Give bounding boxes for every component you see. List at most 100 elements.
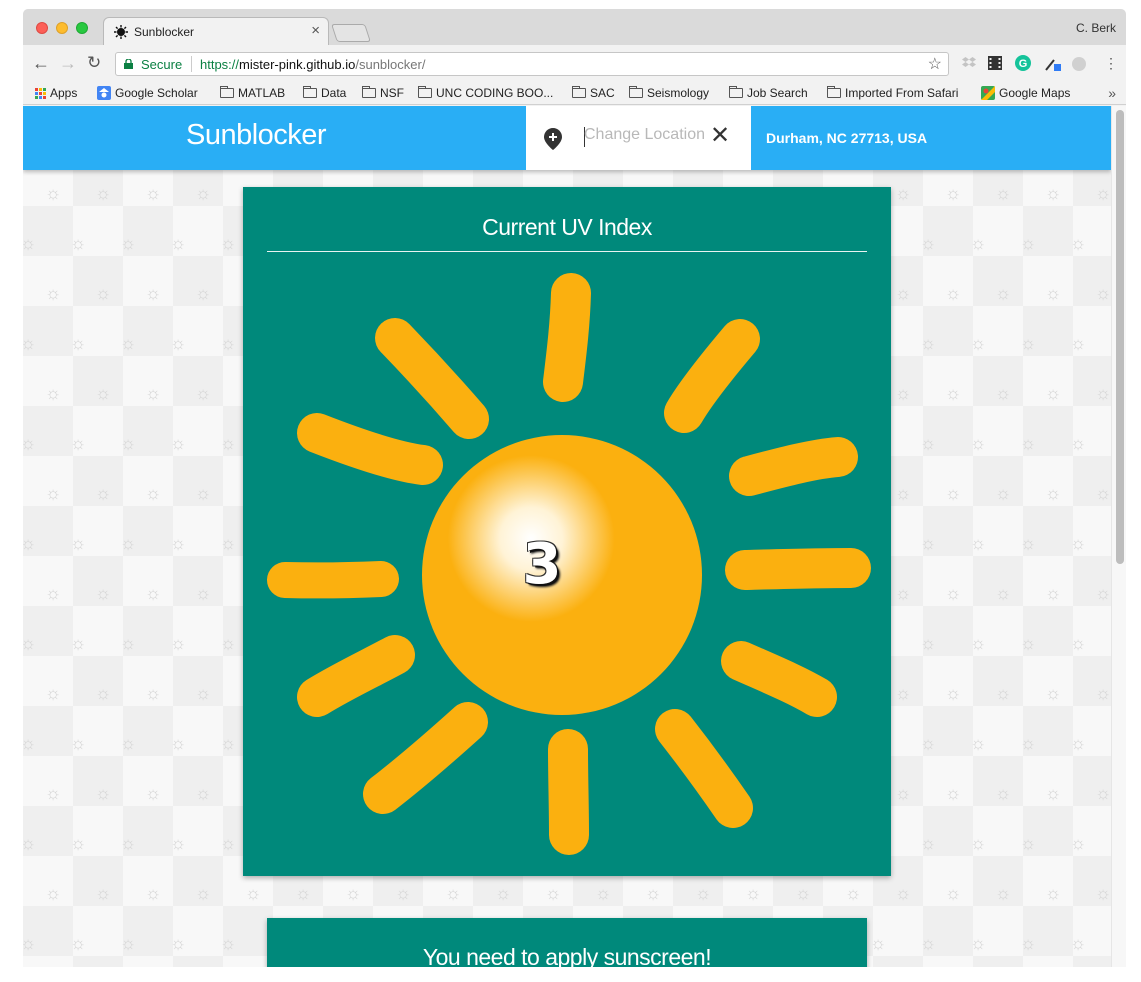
background-sun-icon: ☼ xyxy=(869,933,887,953)
uv-index-card: Current UV Index 3 xyxy=(243,187,891,876)
url-separator xyxy=(191,56,192,72)
maximize-window-button[interactable] xyxy=(76,22,88,34)
bookmark-google-scholar[interactable]: Google Scholar xyxy=(97,86,198,100)
background-sun-icon: ☼ xyxy=(119,333,137,353)
background-sun-icon: ☼ xyxy=(194,683,212,703)
background-sun-icon: ☼ xyxy=(69,533,87,553)
background-sun-icon: ☼ xyxy=(23,633,37,653)
bookmark-sac[interactable]: SAC xyxy=(572,86,615,100)
grammarly-icon[interactable]: G xyxy=(1015,55,1031,71)
background-sun-icon: ☼ xyxy=(294,883,312,903)
page-scrollbar[interactable] xyxy=(1111,106,1126,967)
bookmark-seismology[interactable]: Seismology xyxy=(629,86,709,100)
background-sun-icon: ☼ xyxy=(1094,683,1111,703)
background-sun-icon: ☼ xyxy=(894,283,912,303)
background-sun-icon: ☼ xyxy=(194,183,212,203)
background-sun-icon: ☼ xyxy=(1094,883,1111,903)
bookmark-nsf[interactable]: NSF xyxy=(362,86,404,100)
background-sun-icon: ☼ xyxy=(969,233,987,253)
background-sun-icon: ☼ xyxy=(1044,583,1062,603)
tab-title: Sunblocker xyxy=(134,25,195,39)
minimize-window-button[interactable] xyxy=(56,22,68,34)
current-location: Durham, NC 27713, USA xyxy=(766,130,928,146)
background-sun-icon: ☼ xyxy=(1019,633,1037,653)
bookmark-star-icon[interactable]: ☆ xyxy=(928,54,942,74)
folder-icon xyxy=(362,86,376,98)
background-sun-icon: ☼ xyxy=(119,633,137,653)
bookmark-google-maps[interactable]: Google Maps xyxy=(981,86,1070,100)
app-bar: Sunblocker ✕ Durham, NC 27713, USA xyxy=(23,106,1111,170)
background-sun-icon: ☼ xyxy=(23,333,37,353)
background-sun-icon: ☼ xyxy=(944,783,962,803)
background-sun-icon: ☼ xyxy=(44,483,62,503)
background-sun-icon: ☼ xyxy=(144,683,162,703)
location-search: ✕ xyxy=(526,106,751,170)
eyedropper-extension-icon[interactable] xyxy=(1044,55,1062,73)
close-window-button[interactable] xyxy=(36,22,48,34)
svg-text:G: G xyxy=(1019,58,1028,70)
background-sun-icon: ☼ xyxy=(994,583,1012,603)
close-icon[interactable]: ✕ xyxy=(710,124,730,148)
bookmark-matlab[interactable]: MATLAB xyxy=(220,86,285,100)
background-sun-icon: ☼ xyxy=(994,483,1012,503)
background-sun-icon: ☼ xyxy=(94,383,112,403)
bookmark-imported-safari[interactable]: Imported From Safari xyxy=(827,86,958,100)
page-viewport: ☼ ☼ ☼ ☼ ☼ ☼ ☼ ☼ ☼ ☼ ☼ ☼ ☼ ☼ ☼ ☼ ☼ ☼ ☼ ☼ ☼ ☼ ☼ ☼ ☼ ☼ ☼ ☼ ☼ ☼ ☼ ☼ ☼ ☼ ☼ ☼ ☼ ☼ ☼ ☼… xyxy=(23,106,1111,967)
new-tab-button[interactable] xyxy=(331,24,371,42)
background-sun-icon: ☼ xyxy=(1044,283,1062,303)
bookmark-data[interactable]: Data xyxy=(303,86,346,100)
address-bar[interactable]: Secure https://mister-pink.github.io/sun… xyxy=(115,52,949,76)
background-sun-icon: ☼ xyxy=(23,233,37,253)
bookmark-apps[interactable]: Apps xyxy=(35,86,77,100)
background-sun-icon: ☼ xyxy=(44,183,62,203)
brand-title[interactable]: Sunblocker xyxy=(186,119,327,152)
background-sun-icon: ☼ xyxy=(94,783,112,803)
tab-close-icon[interactable]: × xyxy=(311,22,320,39)
background-sun-icon: ☼ xyxy=(1069,233,1087,253)
background-sun-icon: ☼ xyxy=(344,883,362,903)
bookmark-job-search[interactable]: Job Search xyxy=(729,86,808,100)
bookmark-unc-coding[interactable]: UNC CODING BOO... xyxy=(418,86,553,100)
background-sun-icon: ☼ xyxy=(1069,833,1087,853)
background-sun-icon: ☼ xyxy=(944,683,962,703)
background-sun-icon: ☼ xyxy=(969,633,987,653)
scrollbar-thumb[interactable] xyxy=(1116,110,1124,564)
profile-name[interactable]: C. Berk xyxy=(1076,21,1116,35)
dropbox-icon[interactable] xyxy=(962,56,976,70)
background-sun-icon: ☼ xyxy=(119,233,137,253)
background-sun-icon: ☼ xyxy=(44,583,62,603)
background-sun-icon: ☼ xyxy=(219,533,237,553)
background-sun-icon: ☼ xyxy=(594,883,612,903)
add-location-pin-icon xyxy=(544,128,562,150)
menu-kebab-icon[interactable]: ⋮ xyxy=(1104,55,1118,72)
background-sun-icon: ☼ xyxy=(944,483,962,503)
background-sun-icon: ☼ xyxy=(69,433,87,453)
background-sun-icon: ☼ xyxy=(1019,333,1037,353)
background-sun-icon: ☼ xyxy=(694,883,712,903)
background-sun-icon: ☼ xyxy=(994,383,1012,403)
back-arrow-icon[interactable]: ← xyxy=(32,54,50,72)
background-sun-icon: ☼ xyxy=(94,583,112,603)
forward-arrow-icon[interactable]: → xyxy=(59,54,77,72)
secure-label: Secure xyxy=(141,57,183,72)
uv-card-title: Current UV Index xyxy=(482,214,652,240)
change-location-input[interactable] xyxy=(584,126,712,144)
browser-tab-sunblocker[interactable]: Sunblocker × xyxy=(103,17,329,45)
folder-icon xyxy=(220,86,234,98)
background-sun-icon: ☼ xyxy=(44,683,62,703)
folder-icon xyxy=(303,86,317,98)
background-sun-icon: ☼ xyxy=(994,683,1012,703)
folder-icon xyxy=(629,86,643,98)
background-sun-icon: ☼ xyxy=(894,783,912,803)
scholar-icon xyxy=(97,86,111,100)
folder-icon xyxy=(827,86,841,98)
background-sun-icon: ☼ xyxy=(194,283,212,303)
bookmarks-overflow-icon[interactable]: » xyxy=(1108,85,1116,101)
background-sun-icon: ☼ xyxy=(169,633,187,653)
background-sun-icon: ☼ xyxy=(119,833,137,853)
reload-icon[interactable]: ↻ xyxy=(87,54,101,72)
extension-disabled-icon[interactable] xyxy=(1071,56,1087,72)
film-strip-icon[interactable] xyxy=(987,55,1003,71)
background-sun-icon: ☼ xyxy=(1069,333,1087,353)
folder-icon xyxy=(572,86,586,98)
